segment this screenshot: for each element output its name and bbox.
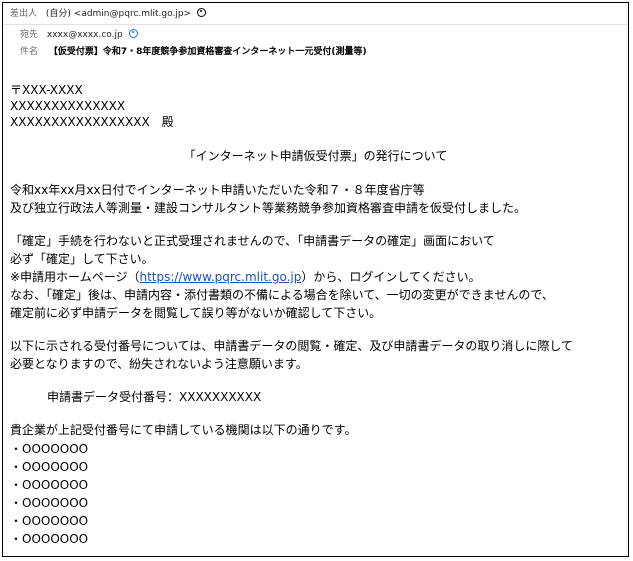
- paragraph-1-line-2: 及び独立行政法人等測量・建設コンサルタント等業務競争参加資格審査申請を仮受付しま…: [10, 201, 527, 215]
- recipient-line: XXXXXXXXXXXXXXXXX 殿: [10, 115, 174, 129]
- list-item: ・OOOOOOO: [10, 532, 89, 546]
- from-label: 差出人: [10, 9, 38, 19]
- list-item: ・OOOOOOO: [10, 496, 89, 510]
- from-address[interactable]: (自分) <admin@pqrc.mlit.go.jp>: [46, 9, 191, 19]
- subject-row: 件名 【仮受付票】令和7・8年度競争参加資格審査インターネット一元受付(測量等): [20, 45, 367, 59]
- list-item: ・OOOOOOO: [10, 514, 89, 528]
- paragraph-2-line-3: ※申請用ホームページ（https://www.pqrc.mlit.go.jp）か…: [10, 268, 481, 286]
- email-header: 差出人 (自分) <admin@pqrc.mlit.go.jp> 宛先 xxxx…: [3, 3, 628, 65]
- list-item: ・OOOOOOO: [10, 442, 89, 456]
- paragraph-2-line-5: 確定前に必ず申請データを閲覧して誤り等がないか確認して下さい。: [10, 306, 382, 320]
- notice-title: 「インターネット申請仮受付票」の発行について: [183, 149, 448, 163]
- paragraph-2-line-2: 必ず「確定」して下さい。: [10, 252, 154, 266]
- contact-icon[interactable]: [128, 29, 138, 38]
- to-row: 宛先 xxxx@xxxx.co.jp: [20, 28, 138, 42]
- subject-label: 件名: [20, 47, 39, 57]
- paragraph-3-line-1: 以下に示される受付番号については、申請書データの閲覧・確定、及び申請書データの取…: [10, 339, 574, 353]
- paragraph-3-line-2: 必要となりますので、紛失されないよう注意願います。: [10, 357, 308, 371]
- subject-text: 【仮受付票】令和7・8年度競争参加資格審査インターネット一元受付(測量等): [48, 47, 367, 57]
- email-window: 差出人 (自分) <admin@pqrc.mlit.go.jp> 宛先 xxxx…: [2, 2, 629, 557]
- paragraph-4: 貴企業が上記受付番号にて申請している機関は以下の通りです。: [10, 423, 357, 437]
- paragraph-2-line-4: なお、「確定」後は、申請内容・添付書類の不備による場合を除いて、一切の変更ができ…: [10, 288, 554, 302]
- list-item: ・OOOOOOO: [10, 460, 89, 474]
- from-row: 差出人 (自分) <admin@pqrc.mlit.go.jp>: [10, 7, 206, 21]
- receipt-number: 申請書データ受付番号：XXXXXXXXXX: [47, 390, 262, 404]
- homepage-note-suffix: ）から、ログインしてください。: [301, 270, 481, 284]
- contact-icon[interactable]: [196, 8, 206, 17]
- to-address[interactable]: xxxx@xxxx.co.jp: [47, 30, 123, 40]
- list-item: ・OOOOOOO: [10, 478, 89, 492]
- header-divider: [3, 24, 628, 25]
- homepage-note-prefix: ※申請用ホームページ（: [10, 270, 140, 284]
- to-label: 宛先: [20, 30, 39, 40]
- paragraph-2-line-1: 「確定」手続を行わないと正式受理されませんので、「申請書データの確定」画面におい…: [10, 234, 495, 248]
- paragraph-1-line-1: 令和xx年xx月xx日付でインターネット申請いただいた令和７・８年度省庁等: [10, 183, 425, 197]
- homepage-link[interactable]: https://www.pqrc.mlit.go.jp: [139, 270, 301, 284]
